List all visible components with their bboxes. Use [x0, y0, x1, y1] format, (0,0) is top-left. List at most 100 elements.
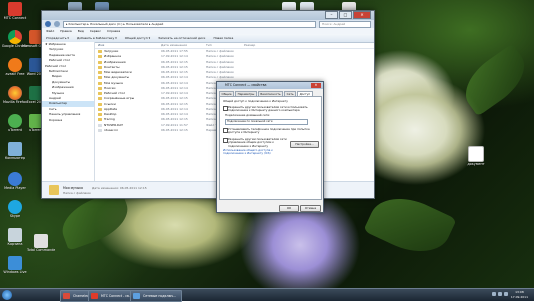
- cancel-button[interactable]: Отмена: [300, 205, 321, 212]
- desktop-icon-media-player[interactable]: Media Player: [1, 172, 29, 190]
- desktop-icon-computer[interactable]: Компьютер: [1, 142, 29, 160]
- file-name-cell: ntuser.ini: [95, 128, 161, 133]
- desktop-icon-label: документ: [467, 162, 485, 166]
- dial-on-demand-label: Устанавливать телефонное подключение при…: [228, 127, 310, 135]
- taskbar: ChameleonHit МТС Connect - св... Сетевые…: [0, 288, 534, 302]
- folder-icon: [98, 97, 102, 101]
- back-icon[interactable]: [45, 21, 51, 27]
- chameleon-icon: [63, 293, 70, 299]
- desktop-icon-label: МТС Connect: [3, 16, 27, 20]
- folder-icon: [98, 107, 102, 111]
- firefox-icon: [8, 86, 22, 100]
- flag-icon[interactable]: [504, 292, 508, 296]
- desktop-icon-label: Total Commander: [27, 248, 55, 252]
- clock-date: 17.09.2011: [510, 295, 528, 299]
- details-modified: Дата изменения: 06.05.2011 12:15: [92, 186, 147, 190]
- desktop-icon-label: Компьютер: [4, 156, 26, 160]
- mts-icon: [8, 2, 22, 16]
- folder-icon: [98, 102, 102, 106]
- nav-item[interactable]: Корзина: [42, 118, 94, 123]
- desktop-icon-mts[interactable]: МТС Connect: [1, 2, 29, 20]
- home-network-label: Подключение домашней сети:: [225, 113, 271, 117]
- ok-button[interactable]: ОК: [279, 205, 299, 212]
- folder-icon: [98, 118, 102, 122]
- windows-live-icon: [8, 256, 22, 270]
- folder-icon: [98, 50, 102, 54]
- desktop-icon-total-commander[interactable]: Total Commander: [27, 234, 55, 252]
- desktop-icon-windows-live[interactable]: Windows Live: [1, 256, 29, 274]
- home-network-select[interactable]: Подключение по локальной сети: [225, 119, 308, 125]
- column-date[interactable]: Дата изменения: [161, 42, 206, 48]
- desktop-icon-label: Windows Live: [3, 270, 27, 274]
- desktop-icon-recycle-bin[interactable]: Корзина: [1, 228, 29, 246]
- navigation-pane: ★ Избранное Загрузки Недавние места Рабо…: [42, 42, 95, 182]
- organize-button[interactable]: Упорядочить ▾: [46, 34, 69, 42]
- media-player-icon: [8, 172, 22, 186]
- column-size[interactable]: Размер: [244, 42, 264, 48]
- details-pane: Моя музыка Папка с файлами Дата изменени…: [42, 181, 374, 198]
- maximize-button[interactable]: □: [339, 11, 352, 19]
- allow-control-label: Разрешить другим пользователям сети упра…: [228, 137, 287, 148]
- folder-icon: [98, 113, 102, 117]
- dialog-title[interactable]: МТС Connect — свойства ✕: [217, 82, 323, 89]
- allow-sharing-checkbox[interactable]: [223, 106, 228, 111]
- desktop-icon-label: Skype: [9, 214, 21, 218]
- start-button[interactable]: [2, 290, 12, 300]
- network-connections-icon: [133, 293, 140, 299]
- document-icon: [468, 146, 484, 162]
- explorer-window[interactable]: – □ ✕ ▸ Компьютер ▸ Локальный диск (C:) …: [41, 10, 375, 199]
- ics-help-link[interactable]: Использование общего доступа к подключен…: [223, 148, 293, 156]
- clock[interactable]: 13:08 17.09.2011: [511, 290, 528, 300]
- allow-control-checkbox[interactable]: [223, 138, 228, 143]
- address-bar-row: ▸ Компьютер ▸ Локальный диск (C:) ▸ Поль…: [42, 20, 374, 28]
- new-folder-button[interactable]: Новая папка: [213, 34, 233, 42]
- share-button[interactable]: Общий доступ ▾: [125, 34, 150, 42]
- details-kind: Папка с файлами: [63, 191, 91, 195]
- settings-button[interactable]: Настройка...: [290, 141, 319, 148]
- computer-icon: [8, 142, 22, 156]
- folder-icon: [98, 86, 102, 90]
- details-name: Моя музыка: [63, 186, 84, 190]
- volume-icon[interactable]: [498, 292, 502, 296]
- folder-icon: [98, 71, 102, 75]
- close-button[interactable]: ✕: [353, 11, 371, 19]
- total-commander-icon: [34, 234, 48, 248]
- system-tray: [492, 292, 508, 296]
- column-headers: Имя Дата изменения Тип Размер: [95, 42, 374, 49]
- folder-icon: [98, 55, 102, 59]
- mts-icon: [91, 293, 98, 299]
- dialog-close-button[interactable]: ✕: [311, 83, 321, 88]
- folder-icon: [98, 92, 102, 96]
- utorrent-icon: [8, 114, 22, 128]
- search-input[interactable]: Поиск: Андрей: [319, 20, 371, 28]
- folder-icon: [98, 76, 102, 80]
- burn-button[interactable]: Записать на оптический диск: [158, 34, 205, 42]
- explorer-title-bar[interactable]: – □ ✕: [42, 11, 374, 20]
- desktop-icon-label: Media Player: [4, 186, 26, 190]
- desktop-icon-label: Корзина: [7, 242, 23, 246]
- column-type[interactable]: Тип: [206, 42, 244, 48]
- folder-icon: [98, 65, 102, 69]
- desktop-icon-skype[interactable]: Skype: [1, 200, 29, 218]
- skype-icon: [8, 200, 22, 214]
- forward-icon[interactable]: [54, 21, 60, 27]
- minimize-button[interactable]: –: [325, 11, 338, 19]
- properties-dialog[interactable]: МТС Connect — свойства ✕ Общие Параметры…: [216, 81, 324, 213]
- avast-icon: [8, 58, 22, 72]
- add-to-library-button[interactable]: Добавить в библиотеку ▾: [77, 34, 117, 42]
- chrome-icon: [8, 30, 22, 44]
- dial-on-demand-checkbox[interactable]: [223, 128, 228, 133]
- leaf: [363, 185, 457, 265]
- sharing-group-label: Общий доступ к подключению к Интернету: [223, 99, 288, 103]
- network-icon[interactable]: [492, 292, 496, 296]
- column-name[interactable]: Имя: [95, 42, 161, 48]
- file-icon: [98, 123, 102, 127]
- taskbar-button-network[interactable]: Сетевые подключ...: [130, 290, 182, 302]
- allow-sharing-label: Разрешить другим пользователям сети испо…: [228, 105, 308, 113]
- dialog-body: Общий доступ к подключению к Интернету Р…: [219, 96, 322, 200]
- file-date: 06.05.2011 12:15: [161, 127, 188, 132]
- dialog-tabs: Общие Параметры Безопасность Сеть Доступ: [217, 89, 323, 96]
- address-input[interactable]: ▸ Компьютер ▸ Локальный диск (C:) ▸ Поль…: [63, 20, 316, 28]
- desktop-icon-document[interactable]: документ: [462, 146, 490, 166]
- recycle-bin-icon: [8, 228, 22, 242]
